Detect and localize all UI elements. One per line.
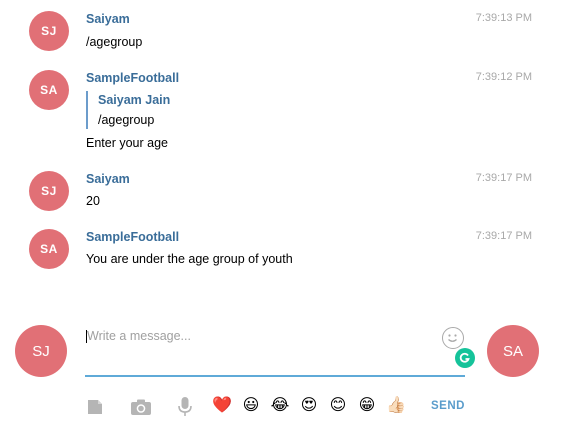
emoji-picker-icon[interactable] [442, 327, 464, 349]
message-text: Enter your age [86, 136, 168, 150]
emoji-smiley[interactable]: 😃 [240, 396, 262, 416]
microphone-icon[interactable] [174, 396, 196, 418]
message-input[interactable] [85, 325, 465, 377]
message-time: 7:39:13 PM [475, 12, 532, 24]
message-text: 20 [86, 194, 100, 208]
message-item: SJ Saiyam 7:39:17 PM 20 [0, 160, 570, 218]
reply-quote[interactable]: Saiyam Jain /agegroup [86, 91, 388, 129]
message-time: 7:39:12 PM [475, 71, 532, 83]
emoji-heart[interactable]: ❤️ [211, 396, 233, 416]
avatar[interactable]: SA [29, 70, 69, 110]
message-item: SA SampleFootball 7:39:17 PM You are und… [0, 218, 570, 278]
grammarly-icon[interactable] [455, 348, 475, 368]
sender-name[interactable]: Saiyam [86, 172, 130, 186]
reply-text: /agegroup [98, 113, 155, 127]
camera-icon[interactable] [130, 396, 152, 418]
emoji-blush[interactable]: 😊 [327, 396, 349, 416]
attach-file-icon[interactable] [84, 396, 106, 418]
sender-name[interactable]: Saiyam [86, 12, 130, 26]
message-text: /agegroup [86, 35, 143, 49]
send-button[interactable]: SEND [431, 400, 465, 412]
emoji-grin[interactable]: 😁 [356, 396, 378, 416]
text-caret [86, 330, 87, 343]
message-item: SJ Saiyam 7:39:13 PM /agegroup [0, 0, 570, 60]
message-text: You are under the age group of youth [86, 252, 293, 266]
emoji-thumbs-up[interactable]: 👍🏻 [385, 396, 407, 416]
emoji-heart-eyes[interactable]: 😍 [298, 396, 320, 416]
peer-avatar[interactable]: SA [487, 325, 539, 377]
avatar[interactable]: SA [29, 229, 69, 269]
emoji-tears-of-joy[interactable]: 😂 [269, 396, 291, 416]
reply-sender-name: Saiyam Jain [98, 93, 171, 107]
avatar[interactable]: SJ [29, 171, 69, 211]
my-avatar[interactable]: SJ [15, 325, 67, 377]
sender-name[interactable]: SampleFootball [86, 230, 179, 244]
message-time: 7:39:17 PM [475, 172, 532, 184]
message-time: 7:39:17 PM [475, 230, 532, 242]
avatar[interactable]: SJ [29, 11, 69, 51]
sender-name[interactable]: SampleFootball [86, 71, 179, 85]
